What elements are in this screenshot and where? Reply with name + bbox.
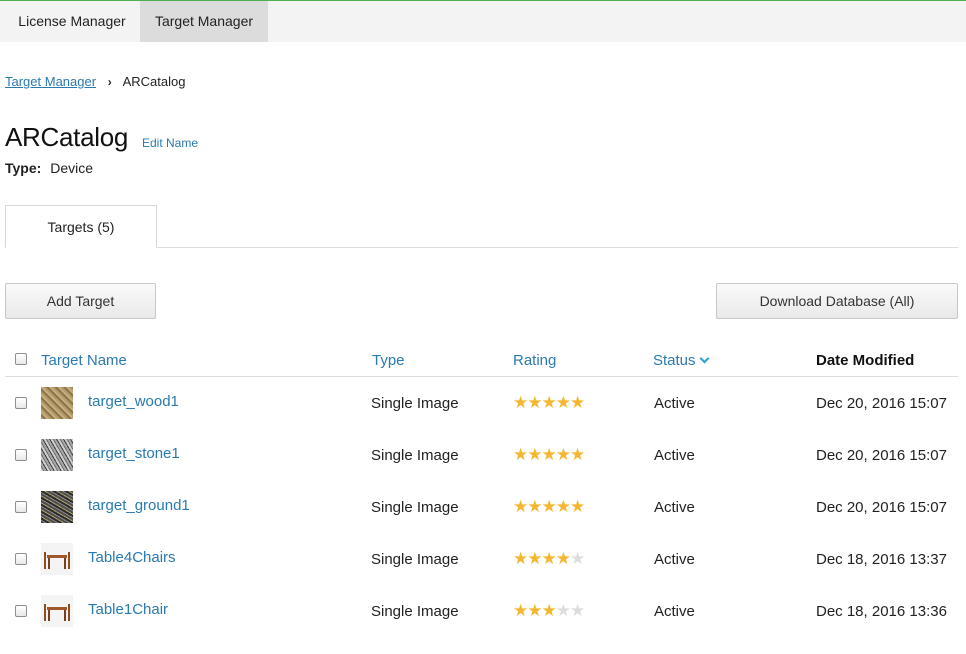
target-date-modified: Dec 18, 2016 13:37 [816, 551, 947, 568]
target-type: Single Image [371, 603, 459, 620]
target-status: Active [654, 395, 695, 412]
star-filled-icon: ★ [527, 549, 542, 568]
status-header-label: Status [653, 352, 696, 369]
target-thumbnail [41, 439, 73, 471]
star-filled-icon: ★ [570, 393, 585, 412]
target-thumbnail [41, 491, 73, 523]
column-header-status[interactable]: Status [653, 352, 709, 369]
breadcrumb-target-manager-link[interactable]: Target Manager [5, 74, 96, 89]
star-filled-icon: ★ [555, 393, 571, 412]
star-filled-icon: ★ [541, 601, 557, 620]
target-status: Active [654, 551, 695, 568]
star-filled-icon: ★ [541, 497, 557, 516]
star-filled-icon: ★ [513, 393, 528, 412]
star-filled-icon: ★ [541, 445, 557, 464]
table-row: target_ground1 Single Image Active Dec 20, … [5, 481, 958, 533]
target-thumbnail [41, 387, 73, 419]
edit-name-link[interactable]: Edit Name [142, 136, 198, 150]
target-type: Single Image [371, 551, 459, 568]
star-filled-icon: ★ [555, 549, 571, 568]
star-filled-icon: ★ [570, 497, 585, 516]
star-filled-icon: ★ [513, 549, 528, 568]
target-date-modified: Dec 20, 2016 15:07 [816, 499, 947, 516]
star-filled-icon: ★ [570, 445, 585, 464]
star-filled-icon: ★ [513, 497, 528, 516]
target-status: Active [654, 447, 695, 464]
target-rating: ★★★★★ [513, 445, 585, 465]
star-filled-icon: ★ [541, 549, 557, 568]
table-row: Table1Chair Single Image Active Dec 18, 201… [5, 585, 958, 637]
nav-license-manager[interactable]: License Manager [4, 1, 140, 42]
target-rating: ★★★★★ [513, 549, 585, 569]
add-target-button[interactable]: Add Target [5, 283, 156, 319]
target-thumbnail [41, 543, 73, 575]
page-title: ARCatalog [5, 122, 129, 152]
nav-target-manager[interactable]: Target Manager [140, 1, 268, 42]
star-filled-icon: ★ [513, 601, 528, 620]
chevron-down-icon [699, 353, 709, 364]
target-date-modified: Dec 18, 2016 13:36 [816, 603, 947, 620]
star-filled-icon: ★ [527, 393, 542, 412]
column-header-type[interactable]: Type [372, 352, 405, 369]
type-label: Type: [5, 160, 42, 176]
row-checkbox[interactable] [15, 605, 27, 617]
table-row: target_stone1 Single Image Active Dec 20, 2… [5, 429, 958, 481]
star-filled-icon: ★ [527, 445, 542, 464]
target-name-link[interactable]: Table4Chairs [88, 549, 176, 566]
chevron-right-icon: › [107, 75, 112, 89]
star-filled-icon: ★ [555, 445, 571, 464]
target-type: Single Image [371, 447, 459, 464]
column-header-rating[interactable]: Rating [513, 352, 556, 369]
tab-targets[interactable]: Targets (5) [5, 205, 157, 248]
type-value: Device [50, 160, 93, 176]
star-empty-icon: ★ [570, 549, 585, 568]
row-checkbox[interactable] [15, 501, 27, 513]
target-rating: ★★★★★ [513, 601, 585, 621]
target-type: Single Image [371, 395, 459, 412]
star-filled-icon: ★ [541, 393, 557, 412]
target-status: Active [654, 499, 695, 516]
select-all-checkbox[interactable] [15, 353, 27, 365]
target-name-link[interactable]: Table1Chair [88, 601, 168, 618]
table-row: target_wood1 Single Image Active Dec 20, 20… [5, 377, 958, 429]
row-checkbox[interactable] [15, 449, 27, 461]
target-status: Active [654, 603, 695, 620]
download-database-button[interactable]: Download Database (All) [716, 283, 958, 319]
target-rating: ★★★★★ [513, 393, 585, 413]
column-header-date-modified: Date Modified [816, 352, 915, 369]
table-header: Target Name Type Rating Status Date Modi… [5, 345, 958, 377]
target-thumbnail [41, 595, 73, 627]
star-filled-icon: ★ [555, 497, 571, 516]
breadcrumb: Target Manager › ARCatalog [5, 74, 185, 89]
target-name-link[interactable]: target_stone1 [88, 445, 180, 462]
breadcrumb-current: ARCatalog [122, 74, 186, 89]
star-empty-icon: ★ [555, 601, 571, 620]
star-filled-icon: ★ [527, 497, 542, 516]
column-header-target-name[interactable]: Target Name [41, 352, 127, 369]
row-checkbox[interactable] [15, 397, 27, 409]
target-date-modified: Dec 20, 2016 15:07 [816, 395, 947, 412]
top-navigation: License Manager Target Manager [0, 0, 966, 42]
target-date-modified: Dec 20, 2016 15:07 [816, 447, 947, 464]
star-empty-icon: ★ [570, 601, 585, 620]
row-checkbox[interactable] [15, 553, 27, 565]
star-filled-icon: ★ [513, 445, 528, 464]
table-row: Table4Chairs Single Image Active Dec 18, 20… [5, 533, 958, 585]
database-type: Type: Device [5, 160, 93, 176]
target-type: Single Image [371, 499, 459, 516]
target-name-link[interactable]: target_wood1 [88, 393, 179, 410]
target-name-link[interactable]: target_ground1 [88, 497, 190, 514]
target-rating: ★★★★★ [513, 497, 585, 517]
star-filled-icon: ★ [527, 601, 542, 620]
